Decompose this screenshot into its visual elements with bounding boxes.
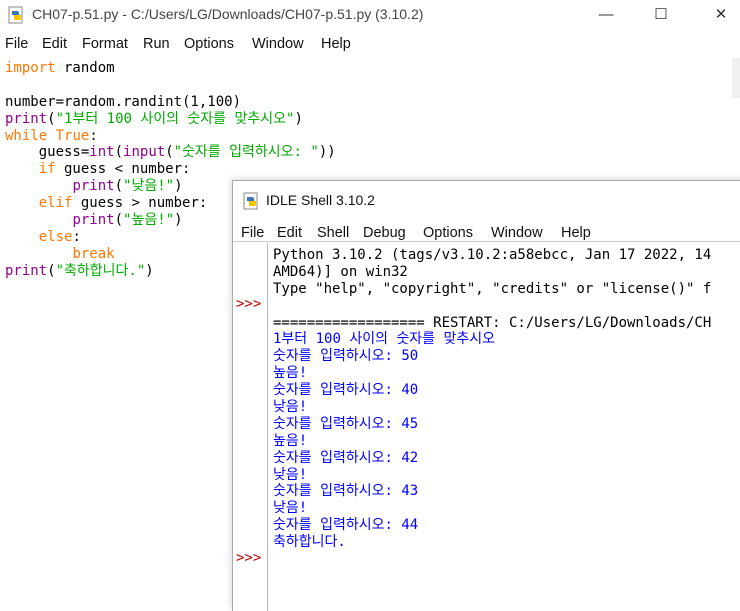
code-token: print [5, 262, 48, 279]
shell-output-line: 낮음! [273, 399, 308, 416]
shell-menu-debug[interactable]: Debug [363, 225, 406, 241]
code-line: guess=int(input("숫자를 입력하시오: ")) [5, 144, 336, 161]
code-token: "낮음!" [123, 178, 175, 195]
code-token: ( [47, 262, 56, 279]
shell-menu-options[interactable]: Options [423, 225, 473, 241]
editor-title: CH07-p.51.py - C:/Users/LG/Downloads/CH0… [32, 6, 424, 22]
shell-output-line: 낮음! [273, 500, 308, 517]
menu-options[interactable]: Options [184, 36, 234, 52]
close-button[interactable]: ✕ [707, 4, 735, 26]
menu-help[interactable]: Help [321, 36, 351, 52]
code-token: print [72, 178, 115, 195]
code-token: ( [114, 144, 124, 161]
shell-output-line: 높음! [273, 432, 308, 449]
code-token: "축하합니다." [55, 262, 146, 279]
code-token: ( [114, 178, 124, 195]
shell-output-line: 숫자를 입력하시오: 50 [273, 348, 419, 365]
code-line: import random [5, 60, 336, 77]
menu-edit[interactable]: Edit [42, 36, 67, 52]
code-token: : [89, 127, 98, 144]
minimize-button[interactable]: — [592, 4, 620, 26]
shell-output-line [273, 298, 711, 315]
code-line: number=random.randint(1,100) [5, 94, 336, 111]
shell-titlebar[interactable]: IDLE Shell 3.10.2 [233, 181, 740, 217]
shell-output-line: 1부터 100 사이의 숫자를 맞추시오 [273, 331, 495, 348]
menu-file[interactable]: File [5, 36, 28, 52]
code-token: break [72, 245, 115, 262]
code-token: True [55, 127, 90, 144]
code-token: "숫자를 입력하시오: " [173, 144, 319, 161]
code-token: if [38, 161, 56, 178]
code-token: print [5, 110, 48, 127]
code-token: ( [47, 110, 56, 127]
maximize-button[interactable]: ☐ [647, 4, 675, 26]
shell-menu-file[interactable]: File [241, 225, 264, 241]
code-token: ( [165, 144, 174, 161]
code-token: ( [114, 212, 124, 229]
shell-output-line: Type "help", "copyright", "credits" or "… [273, 280, 712, 297]
shell-output-line: 숫자를 입력하시오: 43 [273, 483, 419, 500]
code-token: "1부터 100 사이의 숫자를 맞추시오" [55, 110, 295, 127]
code-token: guess > number: [72, 195, 208, 212]
shell-output-line: AMD64)] on win32 [273, 263, 408, 280]
shell-title: IDLE Shell 3.10.2 [266, 192, 375, 208]
menu-format[interactable]: Format [82, 36, 128, 52]
code-token: )) [318, 144, 336, 161]
code-token: "높음!" [123, 212, 175, 229]
code-line: while True: [5, 128, 336, 145]
shell-output-line: 숫자를 입력하시오: 44 [273, 517, 419, 534]
code-token: ) [145, 262, 154, 279]
python-file-icon [8, 6, 23, 24]
shell-prompt-current: >>> [236, 550, 262, 566]
shell-output-line: Python 3.10.2 (tags/v3.10.2:a58ebcc, Jan… [273, 247, 712, 263]
code-token: import [5, 60, 56, 76]
shell-window: IDLE Shell 3.10.2 File Edit Shell Debug … [232, 180, 740, 611]
shell-output-line: ================== RESTART: C:/Users/LG/… [273, 314, 712, 331]
code-token: while [5, 127, 48, 144]
shell-output-line: 숫자를 입력하시오: 40 [273, 382, 419, 399]
shell-prompt: >>> [236, 296, 262, 312]
shell-output-line: 축하합니다. [273, 534, 346, 551]
editor-menubar: File Edit Format Run Options Window Help [0, 32, 740, 56]
shell-output-area[interactable]: Python 3.10.2 (tags/v3.10.2:a58ebcc, Jan… [273, 247, 711, 551]
code-token: print [72, 212, 115, 229]
editor-titlebar[interactable]: CH07-p.51.py - C:/Users/LG/Downloads/CH0… [0, 0, 740, 30]
code-token: elif [38, 195, 73, 212]
editor-scrollbar[interactable] [732, 58, 740, 98]
code-token: ) [174, 212, 183, 229]
code-token: else [38, 228, 73, 245]
code-token: int [89, 144, 115, 161]
code-token: guess= [5, 144, 90, 161]
shell-menu-help[interactable]: Help [561, 225, 591, 241]
code-token: ) [174, 178, 183, 195]
shell-menu-shell[interactable]: Shell [317, 225, 349, 241]
menu-run[interactable]: Run [143, 36, 170, 52]
python-shell-icon [243, 192, 258, 210]
shell-output-line: 높음! [273, 365, 308, 382]
code-token: ) [294, 110, 303, 127]
shell-menu-edit[interactable]: Edit [277, 225, 302, 241]
code-token: number=random.randint(1,100) [5, 93, 242, 110]
code-token: guess < number: [55, 161, 191, 178]
code-line: if guess < number: [5, 161, 336, 178]
code-token: : [72, 228, 81, 245]
menu-window[interactable]: Window [252, 36, 304, 52]
code-line: print("1부터 100 사이의 숫자를 맞추시오") [5, 111, 336, 128]
shell-output-line: 숫자를 입력하시오: 42 [273, 449, 419, 466]
shell-output-line: 숫자를 입력하시오: 45 [273, 415, 419, 432]
shell-prompt-gutter: >>> >>> [233, 243, 268, 611]
code-token: input [123, 144, 166, 161]
shell-menu-window[interactable]: Window [491, 225, 543, 241]
shell-output-line: 낮음! [273, 466, 308, 483]
shell-divider [233, 241, 740, 242]
code-token: random [55, 60, 115, 76]
